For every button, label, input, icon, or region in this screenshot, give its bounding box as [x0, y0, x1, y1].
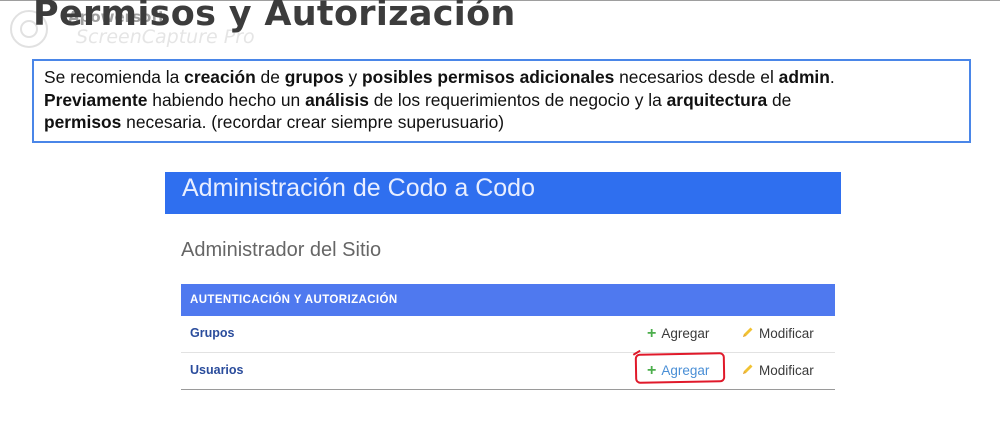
- note-text: habiendo hecho un: [147, 89, 306, 110]
- django-admin-screenshot: Administración de Codo a Codo Administra…: [165, 172, 841, 402]
- plus-icon: +: [647, 362, 657, 379]
- module-caption[interactable]: AUTENTICACIÓN Y AUTORIZACIÓN: [181, 284, 835, 316]
- model-row-groups: Grupos + Agregar Modificar: [181, 316, 835, 353]
- users-change-link[interactable]: Modificar: [741, 363, 814, 378]
- note-emphasis: análisis: [305, 89, 369, 110]
- note-text: de: [255, 67, 285, 87]
- users-link[interactable]: Usuarios: [190, 363, 244, 377]
- site-branding[interactable]: Administración de Codo a Codo: [182, 174, 535, 203]
- note-emphasis: grupos: [284, 67, 344, 87]
- note-text: necesarios desde el: [614, 67, 779, 87]
- site-heading: Administrador del Sitio: [181, 239, 382, 261]
- add-label: Agregar: [661, 326, 710, 341]
- model-row-users: Usuarios + Agregar Modificar: [181, 353, 835, 390]
- change-label: Modificar: [759, 363, 814, 378]
- note-text: .: [829, 67, 835, 87]
- recommendation-note: Se recomienda la creación de grupos y po…: [32, 59, 971, 143]
- plus-icon: +: [647, 325, 657, 342]
- groups-change-link[interactable]: Modificar: [741, 326, 814, 341]
- note-text: de: [767, 89, 792, 110]
- pencil-icon: [743, 327, 753, 337]
- page-title: Permisos y Autorización: [33, 0, 516, 34]
- admin-header: Administración de Codo a Codo: [165, 172, 841, 214]
- users-add-link[interactable]: + Agregar: [647, 362, 710, 379]
- note-emphasis: posibles permisos adicionales: [362, 67, 615, 87]
- app-module-auth: AUTENTICACIÓN Y AUTORIZACIÓN Grupos + Agr…: [181, 284, 835, 390]
- note-emphasis: Previamente: [44, 89, 148, 110]
- pencil-icon: [743, 364, 753, 374]
- add-label: Agregar: [661, 363, 710, 378]
- note-emphasis: admin: [778, 67, 830, 87]
- note-emphasis: creación: [184, 67, 256, 87]
- groups-add-link[interactable]: + Agregar: [647, 325, 710, 342]
- note-text: Se recomienda la: [44, 67, 185, 87]
- note-text: de los requerimientos de negocio y la: [368, 89, 667, 110]
- groups-link[interactable]: Grupos: [190, 326, 234, 340]
- note-text: y: [343, 67, 363, 87]
- change-label: Modificar: [759, 326, 814, 341]
- note-emphasis: permisos: [44, 112, 122, 132]
- note-emphasis: arquitectura: [666, 89, 768, 110]
- note-text: necesaria. (recordar crear siempre super…: [121, 112, 505, 132]
